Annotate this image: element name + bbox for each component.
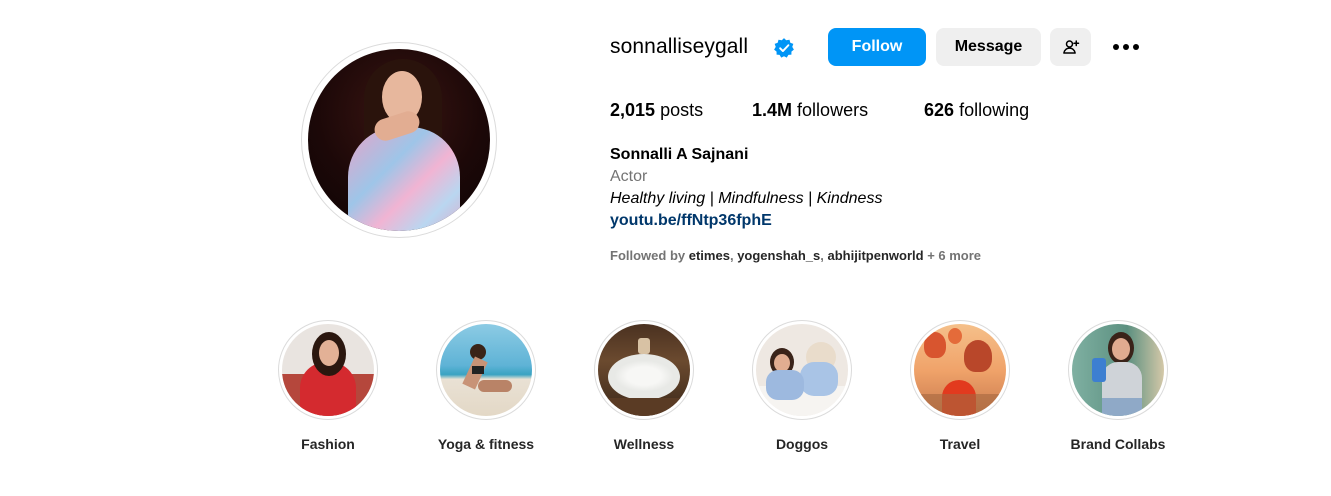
highlight-doggos[interactable]: Doggos	[750, 320, 854, 452]
profile-photo	[308, 49, 490, 231]
highlight-label: Wellness	[613, 436, 675, 452]
highlight-yoga-fitness[interactable]: Yoga & fitness	[434, 320, 538, 452]
highlight-cover	[440, 324, 532, 416]
highlight-cover	[598, 324, 690, 416]
follow-button[interactable]: Follow	[828, 28, 926, 66]
followed-by[interactable]: Followed by etimes, yogenshah_s, abhijit…	[610, 248, 981, 263]
verified-badge-icon	[774, 38, 794, 58]
highlight-fashion[interactable]: Fashion	[276, 320, 380, 452]
followed-by-user: etimes	[688, 248, 730, 263]
message-button[interactable]: Message	[936, 28, 1041, 66]
highlight-label: Doggos	[775, 436, 829, 452]
followed-by-user: abhijitpenworld	[827, 248, 924, 263]
highlight-travel[interactable]: Travel	[908, 320, 1012, 452]
highlight-label: Brand Collabs	[1070, 436, 1166, 452]
highlight-label: Travel	[939, 436, 981, 452]
bio-link[interactable]: youtu.be/ffNtp36fphE	[610, 212, 772, 230]
suggest-accounts-button[interactable]	[1050, 28, 1091, 66]
following-link[interactable]: 626 following	[924, 100, 1029, 121]
highlight-wellness[interactable]: Wellness	[592, 320, 696, 452]
add-person-icon	[1062, 40, 1079, 54]
followed-by-user: yogenshah_s	[737, 248, 821, 263]
highlight-cover	[282, 324, 374, 416]
username: sonnalliseygall	[610, 35, 749, 58]
highlight-cover	[756, 324, 848, 416]
profile-avatar[interactable]	[301, 42, 497, 238]
posts-count: 2,015 posts	[610, 100, 704, 120]
bio-text: Healthy living | Mindfulness | Kindness	[610, 190, 883, 207]
highlight-brand-collabs[interactable]: Brand Collabs	[1066, 320, 1170, 452]
category-label: Actor	[610, 168, 648, 185]
highlight-cover	[914, 324, 1006, 416]
more-options-icon	[1113, 44, 1139, 50]
highlight-cover	[1072, 324, 1164, 416]
highlight-label: Yoga & fitness	[437, 436, 535, 452]
more-options-button[interactable]	[1103, 28, 1149, 66]
full-name: Sonnalli A Sajnani	[610, 146, 749, 163]
highlight-label: Fashion	[301, 436, 355, 452]
followers-link[interactable]: 1.4M followers	[752, 100, 868, 121]
